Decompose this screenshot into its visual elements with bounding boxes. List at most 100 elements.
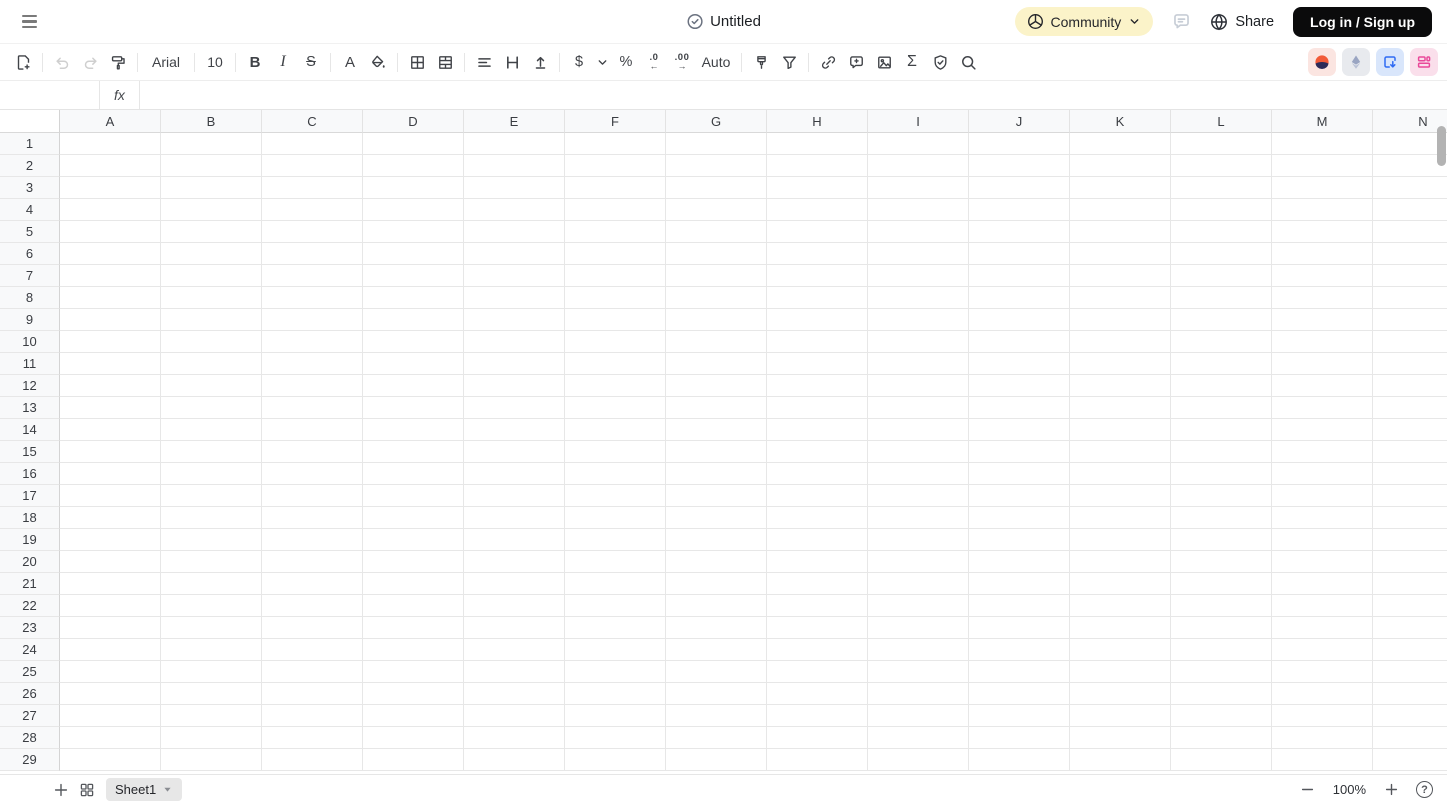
cell-B26[interactable] [161, 683, 262, 705]
cell-G1[interactable] [666, 133, 767, 155]
cell-J6[interactable] [969, 243, 1070, 265]
cell-K7[interactable] [1070, 265, 1171, 287]
cell-B13[interactable] [161, 397, 262, 419]
column-header-D[interactable]: D [363, 110, 464, 133]
bold-button[interactable]: B [241, 49, 269, 75]
cell-B19[interactable] [161, 529, 262, 551]
column-header-H[interactable]: H [767, 110, 868, 133]
cell-E28[interactable] [464, 727, 565, 749]
text-color-button[interactable]: A [336, 49, 364, 75]
cell-C27[interactable] [262, 705, 363, 727]
cell-K26[interactable] [1070, 683, 1171, 705]
cell-L12[interactable] [1171, 375, 1272, 397]
cell-I25[interactable] [868, 661, 969, 683]
cell-D25[interactable] [363, 661, 464, 683]
cell-H24[interactable] [767, 639, 868, 661]
login-signup-button[interactable]: Log in / Sign up [1293, 6, 1432, 37]
cell-D2[interactable] [363, 155, 464, 177]
cell-J26[interactable] [969, 683, 1070, 705]
cell-E19[interactable] [464, 529, 565, 551]
cell-M7[interactable] [1272, 265, 1373, 287]
cell-G3[interactable] [666, 177, 767, 199]
cell-B21[interactable] [161, 573, 262, 595]
cell-I19[interactable] [868, 529, 969, 551]
cell-F23[interactable] [565, 617, 666, 639]
cell-E27[interactable] [464, 705, 565, 727]
cell-M12[interactable] [1272, 375, 1373, 397]
cell-I5[interactable] [868, 221, 969, 243]
cell-C25[interactable] [262, 661, 363, 683]
vertical-align-icon[interactable] [498, 49, 526, 75]
cell-J2[interactable] [969, 155, 1070, 177]
cell-D23[interactable] [363, 617, 464, 639]
cell-M11[interactable] [1272, 353, 1373, 375]
cell-C29[interactable] [262, 749, 363, 771]
borders-icon[interactable] [403, 49, 431, 75]
cell-L9[interactable] [1171, 309, 1272, 331]
cell-J11[interactable] [969, 353, 1070, 375]
horizontal-align-icon[interactable] [470, 49, 498, 75]
cell-B4[interactable] [161, 199, 262, 221]
cell-L6[interactable] [1171, 243, 1272, 265]
cell-K29[interactable] [1070, 749, 1171, 771]
cell-B5[interactable] [161, 221, 262, 243]
italic-button[interactable]: I [269, 49, 297, 75]
cell-J17[interactable] [969, 485, 1070, 507]
cell-A6[interactable] [60, 243, 161, 265]
column-header-I[interactable]: I [868, 110, 969, 133]
cell-C28[interactable] [262, 727, 363, 749]
cell-N20[interactable] [1373, 551, 1447, 573]
cell-M2[interactable] [1272, 155, 1373, 177]
cell-L17[interactable] [1171, 485, 1272, 507]
text-overflow-icon[interactable] [526, 49, 554, 75]
cell-I14[interactable] [868, 419, 969, 441]
cell-N10[interactable] [1373, 331, 1447, 353]
cell-I9[interactable] [868, 309, 969, 331]
cell-B11[interactable] [161, 353, 262, 375]
cell-N24[interactable] [1373, 639, 1447, 661]
cell-L11[interactable] [1171, 353, 1272, 375]
cell-J8[interactable] [969, 287, 1070, 309]
cell-F21[interactable] [565, 573, 666, 595]
cell-G9[interactable] [666, 309, 767, 331]
cell-K5[interactable] [1070, 221, 1171, 243]
cell-C26[interactable] [262, 683, 363, 705]
cell-J21[interactable] [969, 573, 1070, 595]
cell-K6[interactable] [1070, 243, 1171, 265]
cell-F3[interactable] [565, 177, 666, 199]
cell-J25[interactable] [969, 661, 1070, 683]
cell-N17[interactable] [1373, 485, 1447, 507]
ethereum-plugin-icon[interactable] [1342, 48, 1370, 76]
column-header-G[interactable]: G [666, 110, 767, 133]
cell-G23[interactable] [666, 617, 767, 639]
cell-K27[interactable] [1070, 705, 1171, 727]
search-icon[interactable] [954, 49, 982, 75]
cell-I21[interactable] [868, 573, 969, 595]
cell-N3[interactable] [1373, 177, 1447, 199]
cell-B14[interactable] [161, 419, 262, 441]
cell-D13[interactable] [363, 397, 464, 419]
cell-A2[interactable] [60, 155, 161, 177]
cell-A7[interactable] [60, 265, 161, 287]
cell-H28[interactable] [767, 727, 868, 749]
cell-J19[interactable] [969, 529, 1070, 551]
cell-F19[interactable] [565, 529, 666, 551]
cell-H20[interactable] [767, 551, 868, 573]
cell-B25[interactable] [161, 661, 262, 683]
cell-N28[interactable] [1373, 727, 1447, 749]
cell-L8[interactable] [1171, 287, 1272, 309]
cell-I22[interactable] [868, 595, 969, 617]
undo-icon[interactable] [48, 49, 76, 75]
cell-G5[interactable] [666, 221, 767, 243]
cell-G14[interactable] [666, 419, 767, 441]
cell-H23[interactable] [767, 617, 868, 639]
row-header-14[interactable]: 14 [0, 419, 60, 441]
cell-D18[interactable] [363, 507, 464, 529]
cell-J5[interactable] [969, 221, 1070, 243]
cell-I13[interactable] [868, 397, 969, 419]
cell-B3[interactable] [161, 177, 262, 199]
cell-B12[interactable] [161, 375, 262, 397]
cell-J15[interactable] [969, 441, 1070, 463]
cell-I2[interactable] [868, 155, 969, 177]
cell-G25[interactable] [666, 661, 767, 683]
